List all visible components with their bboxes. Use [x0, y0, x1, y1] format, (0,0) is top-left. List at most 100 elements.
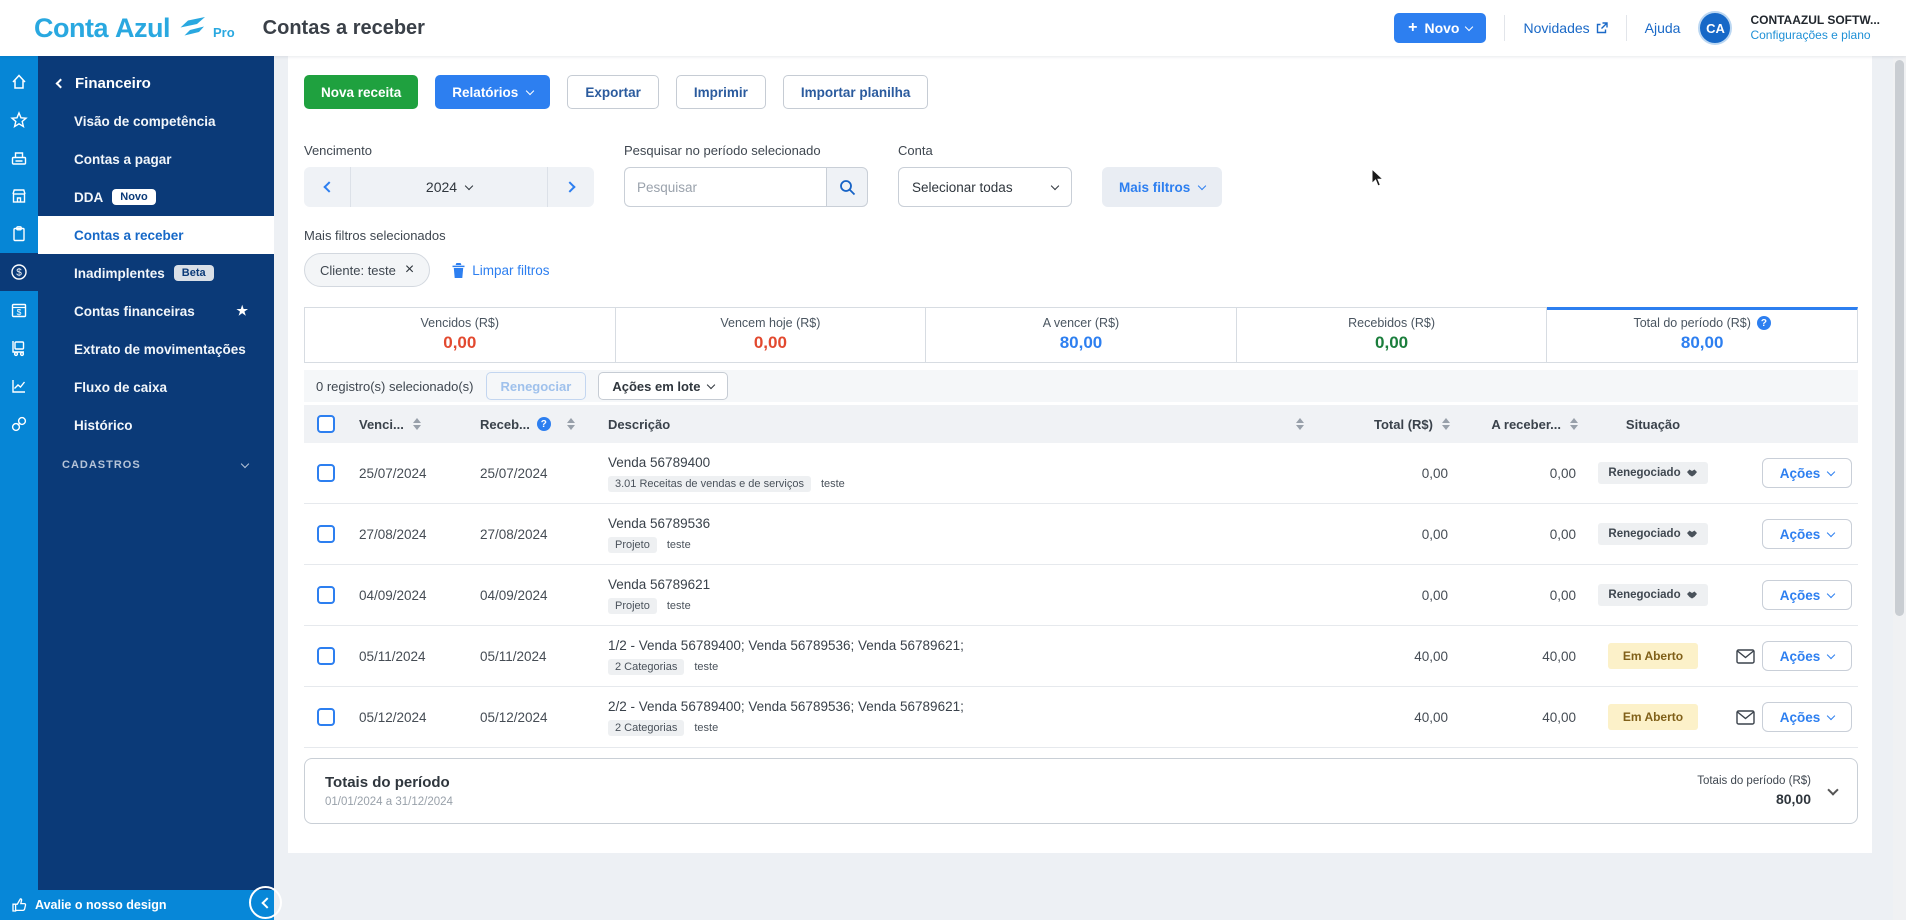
card-total-do-periodo[interactable]: Total do período (R$)? 80,00 — [1547, 307, 1858, 363]
sort-icon[interactable] — [1294, 418, 1330, 430]
acoes-button[interactable]: Ações — [1762, 580, 1852, 610]
row-checkbox[interactable] — [317, 708, 335, 726]
card-recebidos[interactable]: Recebidos (R$) 0,00 — [1236, 307, 1548, 363]
account-settings-link[interactable]: Configurações e plano — [1750, 28, 1880, 43]
sort-icon[interactable] — [1570, 418, 1578, 430]
total-value: 0,00 — [1421, 526, 1448, 542]
hand-truck-icon[interactable] — [0, 329, 38, 367]
plus-icon: + — [1408, 19, 1418, 36]
design-feedback-bar[interactable]: Avalie o nosso design — [0, 890, 274, 920]
clipboard-icon[interactable] — [0, 215, 38, 253]
sidebar-item-contas-financeiras[interactable]: Contas financeiras ★ — [38, 292, 274, 330]
vertical-scrollbar[interactable] — [1893, 56, 1906, 920]
column-total[interactable]: Total (R$) — [1330, 417, 1450, 432]
importar-planilha-button[interactable]: Importar planilha — [782, 75, 929, 109]
help-icon[interactable]: ? — [1756, 316, 1771, 330]
cash-register-icon[interactable] — [0, 139, 38, 177]
vencimento-date: 04/09/2024 — [359, 587, 427, 603]
column-a-receber[interactable]: A receber... — [1450, 417, 1578, 432]
description-text[interactable]: Venda 56789400 — [608, 455, 1294, 470]
sidebar-item-contas-a-pagar[interactable]: Contas a pagar — [38, 140, 274, 178]
chevron-down-icon — [464, 181, 474, 190]
sidebar-item-visao-de-competencia[interactable]: Visão de competência — [38, 102, 274, 140]
card-vencidos[interactable]: Vencidos (R$) 0,00 — [304, 307, 616, 363]
finance-icon[interactable]: $ — [0, 253, 38, 291]
next-year-button[interactable] — [548, 167, 594, 207]
filter-chip-cliente[interactable]: Cliente: teste × — [304, 253, 431, 287]
relatorios-button[interactable]: Relatórios — [435, 75, 551, 109]
acoes-button[interactable]: Ações — [1762, 519, 1852, 549]
secondary-tag: teste — [666, 538, 691, 551]
column-recebimento[interactable]: Receb...? — [458, 417, 586, 432]
description-text[interactable]: 2/2 - Venda 56789400; Venda 56789536; Ve… — [608, 699, 1294, 714]
search-button[interactable] — [826, 167, 868, 207]
sidebar-item-contas-a-receber[interactable]: Contas a receber — [38, 216, 274, 254]
conta-select[interactable]: Selecionar todas — [898, 167, 1072, 207]
chevron-down-icon — [1827, 711, 1836, 720]
avatar[interactable]: CA — [1698, 11, 1733, 45]
novidades-link[interactable]: Novidades — [1523, 20, 1608, 36]
status-badge: Em Aberto — [1607, 704, 1699, 730]
sidebar-item-historico[interactable]: Histórico — [38, 406, 274, 444]
sidebar-item-inadimplentes[interactable]: Inadimplentes Beta — [38, 254, 274, 292]
mais-filtros-button[interactable]: Mais filtros — [1102, 167, 1223, 207]
sidebar-item-extrato-de-movimentacoes[interactable]: Extrato de movimentações — [38, 330, 274, 368]
imprimir-button[interactable]: Imprimir — [675, 75, 766, 109]
contaazul-logo[interactable]: Conta Azul Pro — [34, 13, 235, 44]
favorites-icon[interactable] — [0, 101, 38, 139]
search-input[interactable] — [624, 167, 826, 207]
acoes-em-lote-button[interactable]: Ações em lote — [598, 372, 729, 400]
send-email-button[interactable] — [1728, 709, 1762, 725]
acoes-button[interactable]: Ações — [1762, 458, 1852, 488]
chevron-down-icon — [1465, 22, 1474, 31]
integrations-link-icon[interactable] — [0, 405, 38, 443]
row-checkbox[interactable] — [317, 586, 335, 604]
acoes-button[interactable]: Ações — [1762, 641, 1852, 671]
billing-calendar-icon[interactable]: $ — [0, 291, 38, 329]
totals-footer[interactable]: Totais do período 01/01/2024 a 31/12/202… — [304, 758, 1858, 824]
card-a-vencer[interactable]: A vencer (R$) 80,00 — [926, 307, 1237, 363]
sidebar-item-dda[interactable]: DDA Novo — [38, 178, 274, 216]
store-icon[interactable] — [0, 177, 38, 215]
secondary-tag: teste — [694, 721, 719, 734]
description-text[interactable]: Venda 56789621 — [608, 577, 1294, 592]
sidebar-item-fluxo-de-caixa[interactable]: Fluxo de caixa — [38, 368, 274, 406]
renegociar-button[interactable]: Renegociar — [485, 372, 587, 400]
limpar-filtros-link[interactable]: Limpar filtros — [452, 262, 550, 278]
year-dropdown[interactable]: 2024 — [350, 167, 548, 207]
ajuda-link[interactable]: Ajuda — [1645, 20, 1681, 36]
sidebar-section-cadastros[interactable]: CADASTROS — [38, 446, 274, 484]
row-checkbox[interactable] — [317, 647, 335, 665]
header-divider — [1504, 15, 1506, 41]
row-checkbox[interactable] — [317, 464, 335, 482]
acoes-button[interactable]: Ações — [1762, 702, 1852, 732]
column-descricao[interactable]: Descrição — [586, 417, 1294, 432]
sort-icon[interactable] — [566, 418, 575, 430]
chevron-right-icon — [563, 181, 576, 193]
total-value: 40,00 — [1414, 648, 1448, 664]
description-text[interactable]: 1/2 - Venda 56789400; Venda 56789536; Ve… — [608, 638, 1294, 653]
sidebar-module-header[interactable]: Financeiro — [38, 64, 274, 102]
sort-icon[interactable] — [412, 418, 421, 430]
chevron-down-icon[interactable] — [1827, 783, 1839, 796]
description-text[interactable]: Venda 56789536 — [608, 516, 1294, 531]
chevron-down-icon — [1827, 467, 1836, 476]
exportar-button[interactable]: Exportar — [567, 75, 659, 109]
back-chevron-icon — [55, 78, 66, 88]
select-all-checkbox[interactable] — [317, 415, 335, 433]
chart-icon[interactable] — [0, 367, 38, 405]
help-icon[interactable]: ? — [536, 417, 551, 431]
row-checkbox[interactable] — [317, 525, 335, 543]
nova-receita-button[interactable]: Nova receita — [304, 75, 419, 109]
scrollbar-thumb[interactable] — [1895, 60, 1904, 616]
novo-button[interactable]: + Novo — [1394, 13, 1487, 43]
home-icon[interactable] — [0, 63, 38, 101]
send-email-button[interactable] — [1728, 648, 1762, 664]
status-badge: Em Aberto — [1607, 643, 1699, 669]
prev-year-button[interactable] — [304, 167, 350, 207]
sort-icon[interactable] — [1442, 418, 1450, 430]
column-vencimento[interactable]: Venci... — [348, 417, 458, 432]
card-vencem-hoje[interactable]: Vencem hoje (R$) 0,00 — [615, 307, 927, 363]
sidebar-collapse-button[interactable] — [249, 886, 282, 919]
close-icon[interactable]: × — [405, 262, 414, 278]
